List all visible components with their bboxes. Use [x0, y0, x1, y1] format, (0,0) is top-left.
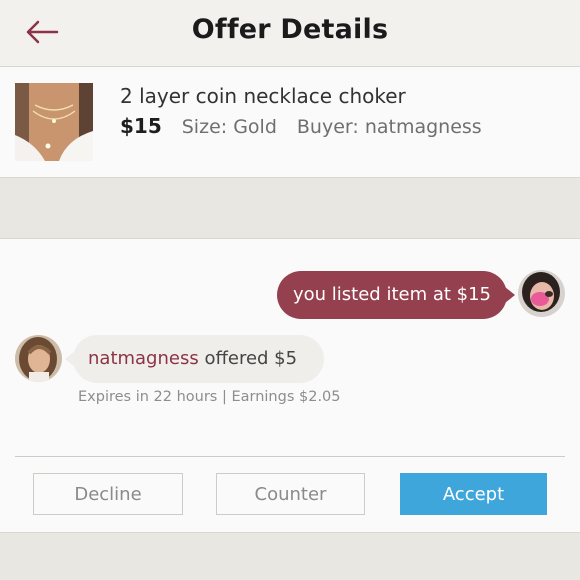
listing-thumbnail[interactable] [15, 83, 93, 161]
seller-message-text: you listed item at $15 [292, 284, 491, 305]
bottom-background [0, 533, 580, 580]
top-bar: Offer Details [0, 0, 580, 67]
buyer-offer-bubble: natmagness offered $5 [65, 335, 324, 383]
section-divider [0, 178, 580, 239]
buyer-avatar[interactable] [15, 335, 62, 382]
buyer-avatar-image [15, 335, 62, 382]
offer-expiry-earnings: Expires in 22 hours | Earnings $2.05 [78, 389, 341, 405]
listing-title: 2 layer coin necklace choker [120, 84, 406, 108]
seller-message-bubble: you listed item at $15 [277, 271, 515, 319]
listing-meta: $15 Size: Gold Buyer: natmagness [120, 114, 482, 138]
listing-price: $15 [120, 114, 162, 138]
listing-size: Size: Gold [181, 116, 277, 138]
decline-button[interactable]: Decline [33, 473, 183, 515]
bubble-tail [65, 351, 75, 367]
listing-summary[interactable]: 2 layer coin necklace choker $15 Size: Go… [0, 67, 580, 178]
buyer-offer-text: offered $5 [198, 348, 298, 369]
bubble-tail [505, 287, 515, 303]
counter-button[interactable]: Counter [216, 473, 365, 515]
buyer-name-link[interactable]: natmagness [88, 348, 199, 369]
page-title: Offer Details [191, 14, 389, 45]
seller-avatar-image [518, 270, 565, 317]
accept-button[interactable]: Accept [400, 473, 547, 515]
necklace-photo-image [15, 83, 93, 161]
seller-avatar[interactable] [518, 270, 565, 317]
listing-buyer: Buyer: natmagness [296, 116, 482, 138]
offer-thread: you listed item at $15 natmagness offere… [0, 239, 580, 533]
actions-divider [15, 456, 565, 457]
